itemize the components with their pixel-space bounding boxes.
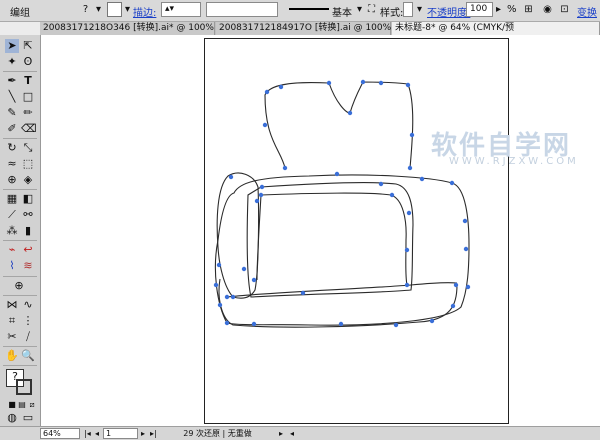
document-tab-bar: 20083171218O346 [转换].ai* @ 100% (CMYK/预览…	[40, 22, 600, 35]
zoom-tool-icon[interactable]: 🔍	[21, 349, 35, 363]
symbol-sprayer-icon[interactable]: ⁂	[5, 224, 19, 238]
scroll-left-icon[interactable]: ◂	[290, 427, 294, 440]
status-message: 29 次还原 | 无重做	[183, 429, 252, 438]
recolor-icon[interactable]: ⊞	[521, 2, 536, 17]
tissue-path	[264, 81, 414, 169]
opacity-input[interactable]: 100	[466, 2, 493, 17]
canvas-area[interactable]: 软件自学网 WWW.RJZXW.COM	[41, 35, 600, 426]
knife-icon[interactable]: ⧸	[21, 330, 35, 344]
direct-selection-tool-icon[interactable]: ⇱	[21, 39, 35, 53]
reshape-icon[interactable]: ≋	[21, 259, 35, 273]
stroke-link[interactable]: 描边:	[133, 4, 156, 19]
opacity-dropdown-icon[interactable]: ▸	[491, 2, 506, 17]
pen-tool-icon[interactable]: ✒	[5, 74, 19, 88]
perspective-grid-icon[interactable]: ▦	[5, 192, 19, 206]
artboard-tool-icon[interactable]: ⋈	[5, 298, 19, 312]
eraser-icon[interactable]: ⌫	[21, 122, 37, 136]
prev-artboard-icon[interactable]: ◂	[95, 427, 99, 440]
draw-mode-icon[interactable]: ◍	[5, 411, 19, 425]
stroke-swatch[interactable]	[16, 379, 32, 395]
style-dropdown-icon[interactable]: ▾	[412, 2, 427, 17]
isolate-icon[interactable]: ◉	[540, 2, 555, 17]
curvature-icon[interactable]: ↩	[21, 243, 35, 257]
selection-mode-label: 编组	[10, 8, 30, 19]
rectangle-tool-icon[interactable]: □	[21, 90, 35, 104]
percent-label: %	[507, 4, 517, 15]
graph-tool-icon[interactable]: ▮	[21, 224, 35, 238]
screen-mode-icon[interactable]: ▭	[21, 411, 35, 425]
scissors-icon[interactable]: ✂	[5, 330, 19, 344]
scale-tool-icon[interactable]: ⤡	[21, 141, 35, 155]
align-icon[interactable]: ⋮	[21, 314, 35, 328]
tools-panel: ➤ ⇱ ✦ ʘ ✒ T ╲ □ ✎ ✏ ✐ ⌫ ↻ ⤡ ≈ ⬚ ⊕ ◈ ▦ ◧ …	[0, 35, 41, 426]
stroke-weight-select[interactable]: ▴▾	[161, 2, 201, 17]
warp-tool-icon[interactable]: ≈	[5, 157, 19, 171]
shape-builder-icon[interactable]: ⊕	[5, 173, 19, 187]
lasso-icon[interactable]: ʘ	[21, 55, 35, 69]
transform-icon[interactable]: ⊡	[557, 2, 572, 17]
paintbrush-icon[interactable]: ✎	[5, 106, 19, 120]
blob-brush-icon[interactable]: ✐	[5, 122, 19, 136]
brush-style-label: 基本	[332, 8, 352, 19]
status-bar: 64% |◂ ◂ 1 ▸ ▸| 29 次还原 | 无重做 ▸ ◂	[0, 426, 600, 440]
hand-tool-icon[interactable]: ✋	[5, 349, 19, 363]
none-mode-icon[interactable]: ⧄	[25, 398, 39, 412]
crosshair-icon[interactable]: ⊕	[12, 279, 26, 293]
blend-tool-icon[interactable]: ⚯	[21, 208, 35, 222]
stroke-profile-line	[289, 8, 329, 10]
sketch-paths[interactable]	[41, 35, 600, 426]
zoom-select[interactable]: 64%	[40, 428, 80, 439]
tab-label: 未标题-8* @ 64% (CMYK/预	[395, 23, 515, 33]
tab-document-1[interactable]: 20083171218O346 [转换].ai* @ 100% (CMYK/预览…	[40, 22, 281, 35]
style-label: 样式:	[380, 8, 404, 19]
box-outer-path	[214, 174, 470, 326]
mesh-tool-icon[interactable]: ⌗	[5, 314, 19, 328]
selection-tool-icon[interactable]: ➤	[5, 39, 19, 53]
gradient-tool-icon[interactable]: ◧	[21, 192, 35, 206]
watermark-url: WWW.RJZXW.COM	[449, 156, 579, 167]
tab-document-3[interactable]: 未标题-8* @ 64% (CMYK/预	[392, 22, 600, 35]
live-paint-icon[interactable]: ◈	[21, 173, 35, 187]
control-bar: 编组 ? ▾ ▾ 描边: ▴▾ 基本 ▾ ⛶ 样式: ▾ 不透明度: 100 ▸…	[0, 0, 600, 22]
type-tool-icon[interactable]: T	[21, 74, 35, 88]
line-tool-icon[interactable]: ╲	[5, 90, 19, 104]
slice-tool-icon[interactable]: ∿	[21, 298, 35, 312]
free-transform-icon[interactable]: ⬚	[21, 157, 35, 171]
variable-width-select[interactable]	[206, 2, 278, 17]
base-path	[226, 282, 458, 298]
opening-inner-path	[260, 192, 408, 286]
width-tool-icon[interactable]: ⌇	[5, 259, 19, 273]
anchor-points	[213, 79, 471, 328]
next-artboard-icon[interactable]: ▸	[141, 427, 145, 440]
opening-outer-path	[246, 182, 414, 298]
opacity-link[interactable]: 不透明度:	[427, 4, 470, 19]
artboard-number-select[interactable]: 1	[103, 428, 138, 439]
last-artboard-icon[interactable]: ▸|	[150, 427, 157, 440]
tab-document-2[interactable]: 200831712184917O [转换].ai @ 100% (CMYK/预览…	[216, 22, 458, 35]
eyedropper-icon[interactable]: ⟋	[5, 208, 19, 222]
rotate-tool-icon[interactable]: ↻	[5, 141, 19, 155]
first-artboard-icon[interactable]: |◂	[84, 427, 91, 440]
fill-dropdown-icon[interactable]: ▾	[91, 2, 106, 17]
magic-wand-icon[interactable]: ✦	[5, 55, 19, 69]
graphic-style-icon[interactable]: ⛶	[364, 2, 379, 17]
pencil-icon[interactable]: ✏	[21, 106, 35, 120]
transform-link[interactable]: 变换	[577, 4, 597, 19]
anchor-point-icon[interactable]: ⌁	[5, 243, 19, 257]
status-menu-icon[interactable]: ▸	[279, 427, 283, 440]
